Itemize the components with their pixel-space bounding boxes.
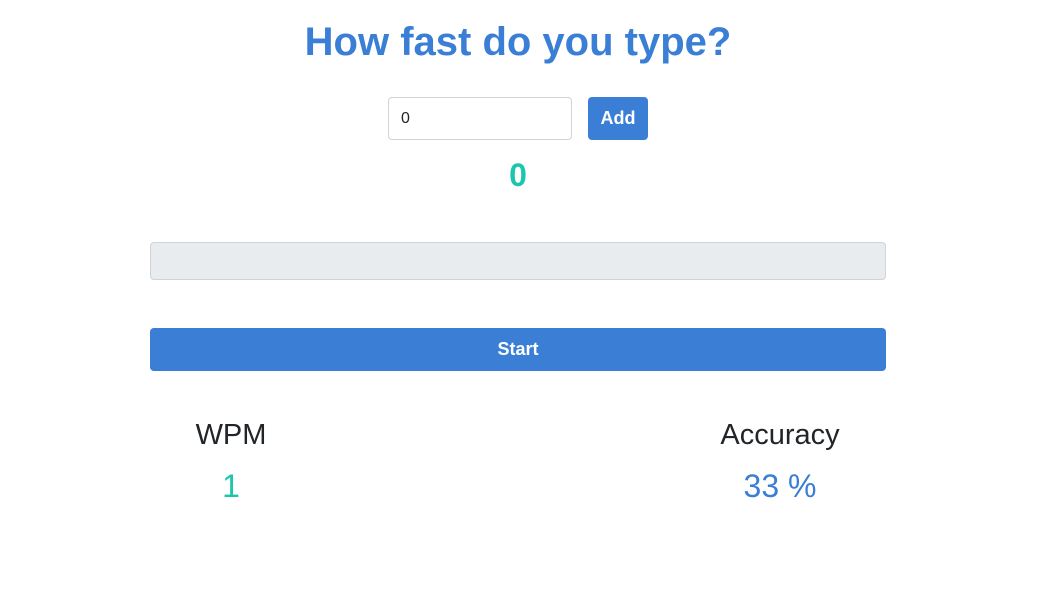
counter-value: 0: [509, 157, 527, 193]
add-form: Add: [388, 97, 648, 140]
number-input[interactable]: [388, 97, 572, 140]
accuracy-stat: Accuracy 33 %: [680, 417, 880, 505]
add-button[interactable]: Add: [588, 97, 648, 140]
start-button[interactable]: Start: [150, 328, 886, 371]
page-title: How fast do you type?: [304, 20, 732, 64]
wpm-label: WPM: [195, 419, 267, 451]
wpm-stat: WPM 1: [131, 417, 331, 505]
accuracy-value: 33 %: [743, 468, 817, 504]
accuracy-label: Accuracy: [720, 419, 840, 451]
page: How fast do you type? Add 0 Start WPM 1 …: [0, 0, 1059, 600]
typing-display[interactable]: [150, 242, 886, 280]
wpm-value: 1: [222, 468, 240, 504]
